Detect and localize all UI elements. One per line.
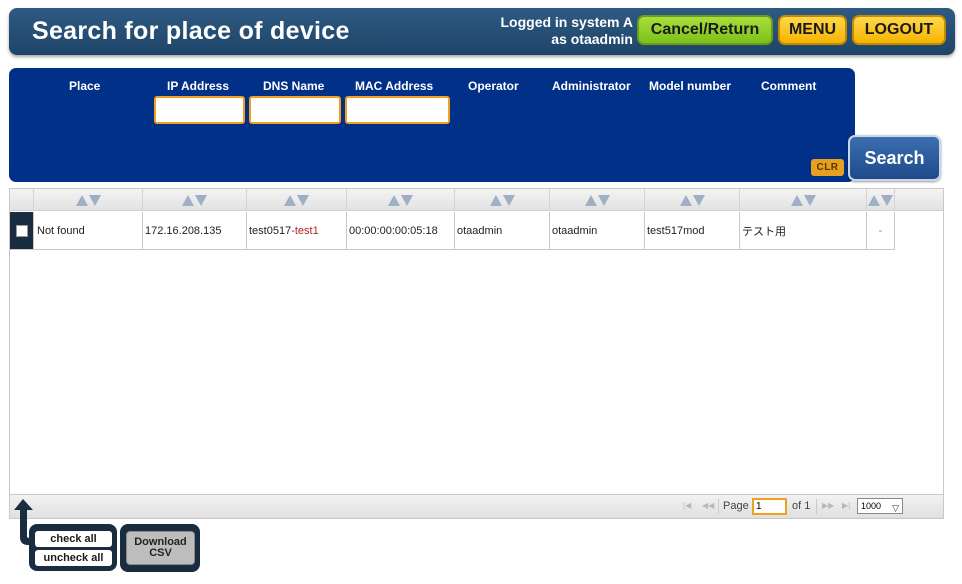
pager-separator [718, 499, 719, 514]
dns-name-input[interactable] [249, 96, 341, 124]
csv-label: CSV [149, 547, 172, 559]
label-operator: Operator [468, 79, 519, 93]
label-dns-name: DNS Name [263, 79, 325, 93]
sort-comment[interactable] [740, 189, 867, 211]
dns-name-main: test0517 [249, 224, 292, 237]
label-administrator: Administrator [552, 79, 631, 93]
label-mac-address: MAC Address [355, 79, 434, 93]
mac-address-input[interactable] [345, 96, 450, 124]
cell-mac-address: 00:00:00:00:05:18 [347, 212, 455, 250]
login-user: as otaadmin [551, 31, 633, 47]
sort-arrows-icon [75, 194, 101, 206]
sort-arrows-icon [868, 194, 893, 206]
page-number-input[interactable]: 1 [752, 498, 787, 515]
next-page-icon[interactable]: ▶▶ [822, 501, 834, 510]
cell-ip-address: 172.16.208.135 [143, 212, 247, 250]
chevron-down-icon: ▽ [892, 503, 899, 513]
cancel-return-button[interactable]: Cancel/Return [637, 15, 773, 45]
page-label: Page [723, 500, 749, 512]
sort-arrows-icon [790, 194, 816, 206]
label-model-number: Model number [649, 79, 732, 93]
sort-model-number[interactable] [645, 189, 740, 211]
row-checkbox[interactable] [15, 224, 28, 237]
check-all-button[interactable]: check all [35, 531, 112, 547]
download-csv-button[interactable]: Download CSV [126, 531, 195, 565]
label-ip-address: IP Address [167, 79, 230, 93]
cell-dns-name: test0517 -test1 [247, 212, 347, 250]
login-system: Logged in system A [500, 14, 633, 30]
cell-model-number: test517mod [645, 212, 740, 250]
sort-arrows-icon [679, 194, 705, 206]
results-grid: Not found 172.16.208.135 test0517 -test1 … [9, 188, 944, 519]
sort-arrows-icon [182, 194, 207, 206]
sort-extra[interactable] [867, 189, 895, 211]
sort-header-row [10, 189, 943, 211]
csv-group: Download CSV [120, 524, 200, 572]
sort-administrator[interactable] [550, 189, 645, 211]
label-comment: Comment [761, 79, 817, 93]
search-panel: Place IP Address DNS Name MAC Address Op… [9, 68, 855, 182]
first-page-icon[interactable]: |◀ [683, 501, 691, 510]
cell-administrator: otaadmin [550, 212, 645, 250]
sort-arrows-icon [489, 194, 515, 206]
pager-separator [816, 499, 817, 514]
prev-page-icon[interactable]: ◀◀ [702, 501, 714, 510]
sort-arrows-icon [584, 194, 610, 206]
uncheck-all-button[interactable]: uncheck all [35, 550, 112, 566]
last-page-icon[interactable]: ▶| [842, 501, 850, 510]
ip-address-input[interactable] [154, 96, 245, 124]
check-buttons-group: check all uncheck all [29, 524, 117, 571]
row-checkbox-cell [10, 212, 34, 250]
login-info: Logged in system A as otaadmin [500, 14, 633, 48]
sort-mac-address[interactable] [347, 189, 455, 211]
logout-button[interactable]: LOGOUT [852, 15, 946, 45]
label-place: Place [69, 79, 101, 93]
clear-button[interactable]: CLR [811, 159, 844, 176]
search-button[interactable]: Search [848, 135, 941, 181]
cell-extra: - [867, 212, 895, 250]
page-total-label: of 1 [792, 500, 811, 512]
page-title: Search for place of device [32, 17, 350, 45]
cell-place: Not found [34, 212, 143, 250]
dns-name-suffix: -test1 [291, 224, 319, 237]
page-size-select[interactable]: 1000 ▽ [857, 498, 903, 514]
sort-arrows-icon [284, 194, 309, 206]
sort-ip-address[interactable] [143, 189, 247, 211]
cell-operator: otaadmin [455, 212, 550, 250]
page-header: Search for place of device Logged in sys… [9, 8, 955, 55]
pager-bar: |◀ ◀◀ Page 1 of 1 ▶▶ ▶| 1000 ▽ [10, 494, 943, 518]
cell-comment: テスト用 [740, 212, 867, 250]
page-size-value: 1000 [861, 501, 882, 511]
sort-operator[interactable] [455, 189, 550, 211]
sort-cell-checkbox [10, 189, 34, 211]
sort-dns-name[interactable] [247, 189, 347, 211]
menu-button[interactable]: MENU [778, 15, 847, 45]
sort-arrows-icon [388, 194, 413, 206]
sort-place[interactable] [34, 189, 143, 211]
